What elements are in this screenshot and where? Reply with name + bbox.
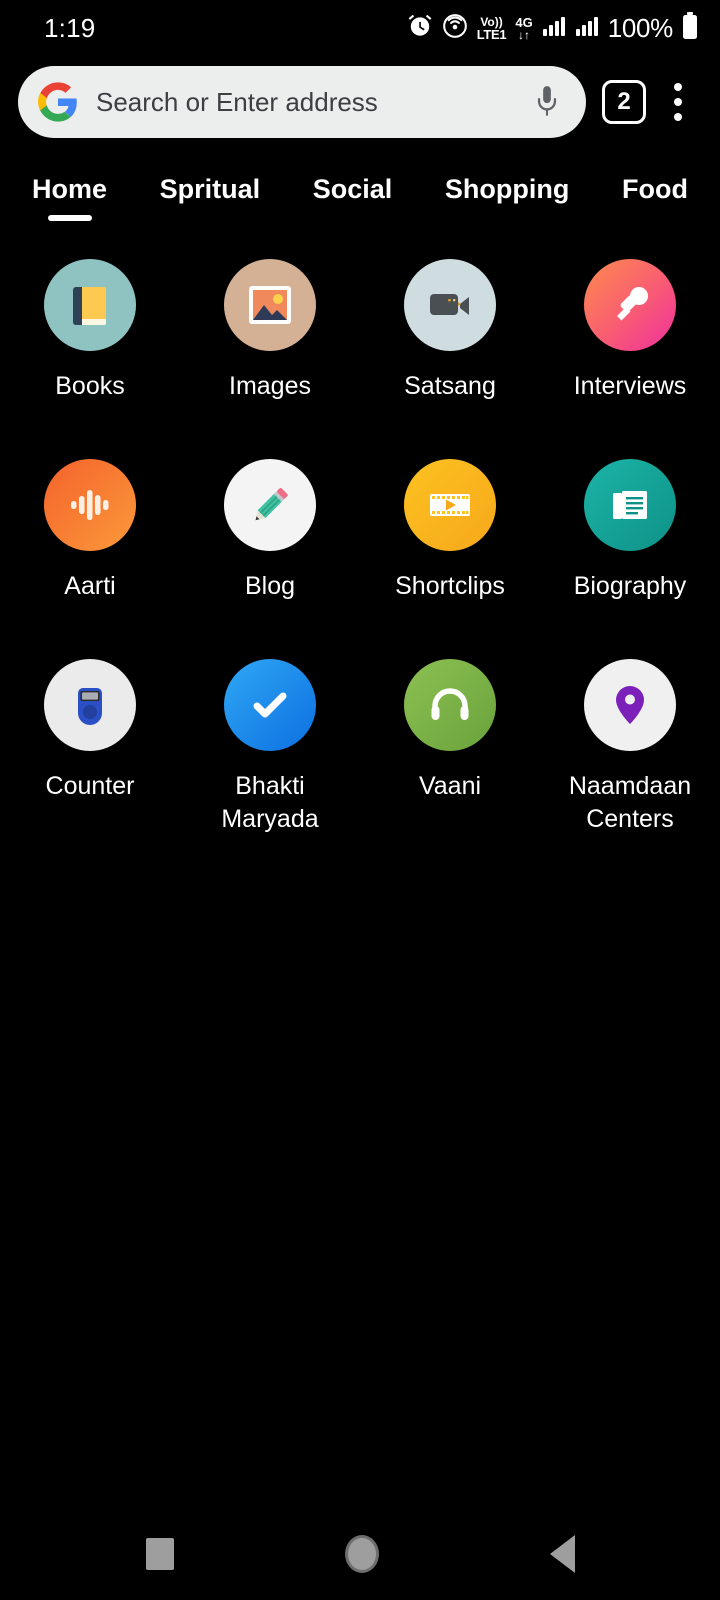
- shortcut-label: Counter: [45, 772, 135, 800]
- menu-dot: [674, 83, 682, 91]
- shortcut-label: Naamdaan Centers: [568, 772, 692, 833]
- shortcut-shortclips[interactable]: Shortclips: [360, 459, 540, 603]
- network-type-indicator: 4G ↓↑: [515, 14, 533, 42]
- search-bar[interactable]: Search or Enter address: [18, 66, 586, 138]
- shortcut-label: Books: [55, 372, 125, 400]
- shortcut-satsang[interactable]: Satsang: [360, 259, 540, 403]
- shortcut-biography[interactable]: Biography: [540, 459, 720, 603]
- shortcut-images[interactable]: Images: [180, 259, 360, 403]
- tab-label: Food: [621, 174, 688, 204]
- shortcut-aarti[interactable]: Aarti: [0, 459, 180, 603]
- microphone-icon: [584, 259, 676, 351]
- shortcut-label: Interviews: [573, 372, 687, 400]
- status-bar: 1:19 Vo)) LTE1 4G ↓↑ 100%: [0, 0, 720, 56]
- tab-spritual[interactable]: Spritual: [154, 170, 267, 221]
- tab-shopping[interactable]: Shopping: [439, 170, 575, 221]
- recents-square-icon[interactable]: [145, 1538, 174, 1570]
- document-icon: [584, 459, 676, 551]
- hotspot-icon: [442, 13, 468, 44]
- search-input[interactable]: Search or Enter address: [96, 87, 516, 118]
- android-navigation-bar: [0, 1508, 720, 1600]
- tab-label: Home: [32, 174, 108, 204]
- shortcut-bhakti-maryada[interactable]: Bhakti Maryada: [180, 659, 360, 836]
- alarm-icon: [407, 13, 433, 44]
- microphone-icon[interactable]: [530, 82, 564, 122]
- tab-counter-button[interactable]: 2: [602, 80, 646, 124]
- checkmark-icon: [224, 659, 316, 751]
- overflow-menu-icon[interactable]: [656, 78, 700, 126]
- shortcut-label: Blog: [244, 572, 296, 600]
- home-circle-icon[interactable]: [344, 1535, 379, 1573]
- shortcut-counter[interactable]: Counter: [0, 659, 180, 836]
- shortcut-books[interactable]: Books: [0, 259, 180, 403]
- tab-home[interactable]: Home: [26, 170, 113, 221]
- back-triangle-icon[interactable]: [549, 1535, 575, 1573]
- shortcut-interviews[interactable]: Interviews: [540, 259, 720, 403]
- menu-dot: [674, 113, 682, 121]
- map-pin-icon: [584, 659, 676, 751]
- shortcut-blog[interactable]: Blog: [180, 459, 360, 603]
- status-time: 1:19: [44, 12, 96, 43]
- tally-counter-icon: [44, 659, 136, 751]
- google-g-icon: [34, 78, 82, 126]
- book-icon: [44, 259, 136, 351]
- shortcut-label: Images: [229, 372, 311, 400]
- tab-label: Spritual: [159, 174, 261, 204]
- shortcut-label: Shortclips: [395, 572, 505, 600]
- status-icons: Vo)) LTE1 4G ↓↑ 100%: [407, 11, 698, 45]
- signal-bars-icon: [575, 15, 599, 42]
- battery-full-icon: [682, 11, 698, 45]
- browser-toolbar: Search or Enter address 2: [0, 56, 720, 148]
- video-camera-icon: [404, 259, 496, 351]
- volte-indicator: Vo)) LTE1: [476, 14, 507, 42]
- shortcut-label: Aarti: [64, 572, 116, 600]
- battery-percent: 100%: [607, 12, 674, 43]
- tab-label: Social: [312, 174, 393, 204]
- pencil-icon: [224, 459, 316, 551]
- tab-social[interactable]: Social: [307, 170, 399, 221]
- film-play-icon: [404, 459, 496, 551]
- category-tabs: Home Spritual Social Shopping Food: [0, 148, 720, 221]
- tab-food[interactable]: Food: [616, 170, 694, 221]
- tab-count-label: 2: [617, 88, 631, 115]
- menu-dot: [674, 98, 682, 106]
- shortcut-label: Biography: [573, 572, 687, 600]
- signal-bars-icon: [542, 15, 566, 42]
- audio-wave-icon: [44, 459, 136, 551]
- shortcut-label: Bhakti Maryada: [221, 772, 319, 833]
- shortcut-naamdaan-centers[interactable]: Naamdaan Centers: [540, 659, 720, 836]
- photo-icon: [224, 259, 316, 351]
- shortcut-vaani[interactable]: Vaani: [360, 659, 540, 836]
- shortcut-label: Vaani: [418, 772, 482, 800]
- shortcut-grid: Books Images Satsang Interviews Aarti Bl…: [0, 259, 720, 836]
- headphones-icon: [404, 659, 496, 751]
- active-tab-indicator: [47, 215, 92, 221]
- tab-label: Shopping: [444, 174, 570, 204]
- shortcut-label: Satsang: [404, 372, 496, 400]
